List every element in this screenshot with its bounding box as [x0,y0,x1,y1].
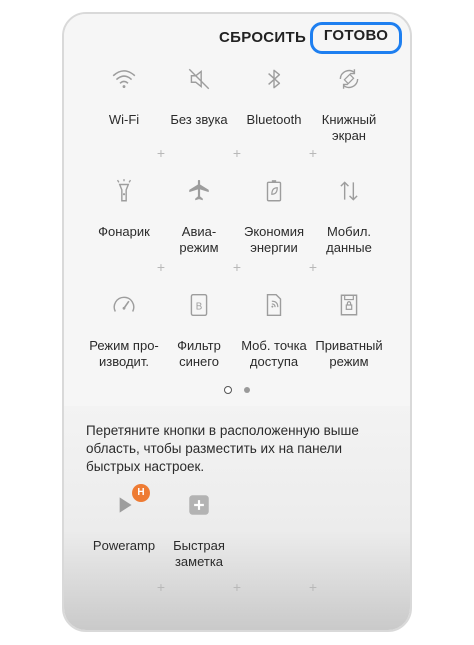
hotspot-icon [266,294,282,316]
plus-icon: + [308,579,318,595]
tile-label: Книжный экран [321,112,377,143]
reset-button[interactable]: СБРОСИТЬ [219,24,306,52]
tile-blue-light-filter[interactable]: B Фильтр синего [157,292,241,370]
tile-label: Авиа- режим [179,224,219,255]
done-button[interactable]: ГОТОВО [310,22,402,54]
tile-mute[interactable]: Без звука [157,66,241,128]
tile-private-mode[interactable]: Приватный режим [307,292,391,370]
tile-screen-rotation[interactable]: Книжный экран [307,66,391,144]
plus-icon: + [156,259,166,275]
tile-bluetooth[interactable]: Bluetooth [232,66,316,128]
poweramp-badge: H [132,484,150,502]
plus-icon: + [156,145,166,161]
tile-battery-saver[interactable]: Экономия энергии [232,178,316,256]
tile-label: Экономия энергии [243,224,305,255]
plus-icon: + [308,145,318,161]
tile-label: Режим про- изводит. [89,338,159,369]
tile-flashlight[interactable]: Фонарик [82,178,166,240]
plus-icon: + [232,579,242,595]
tile-performance-mode[interactable]: Режим про- изводит. [82,292,166,370]
flashlight-icon [116,179,132,202]
tile-label: Быстрая заметка [173,538,225,569]
tile-label: Фильтр синего [177,338,221,369]
top-bar: СБРОСИТЬ ГОТОВО [64,14,410,62]
tile-airplane[interactable]: Авиа- режим [157,178,241,256]
quick-panel-editor: СБРОСИТЬ ГОТОВО Wi-Fi Без звука Bluetoot… [62,12,412,632]
active-buttons-area: СБРОСИТЬ ГОТОВО Wi-Fi Без звука Bluetoot… [64,14,410,406]
svg-text:B: B [196,301,203,312]
quick-note-icon [189,495,209,515]
tile-label: Моб. точка доступа [241,338,307,369]
tile-label: Wi-Fi [108,112,140,127]
tile-wifi[interactable]: Wi-Fi [82,66,166,128]
mute-icon [188,68,210,90]
available-buttons-area: Перетяните кнопки в расположенную выше о… [64,406,410,630]
plus-icon: + [156,579,166,595]
mobile-data-icon [340,181,358,201]
plus-icon: + [232,145,242,161]
airplane-icon [189,180,209,201]
tile-label: Фонарик [98,224,150,239]
battery-saver-icon [266,180,282,202]
page-dot-active[interactable] [224,386,232,394]
plus-icon: + [308,259,318,275]
instruction-text: Перетяните кнопки в расположенную выше о… [86,423,359,474]
performance-mode-icon [113,296,135,312]
page-dot[interactable] [244,387,250,393]
tile-quick-note[interactable]: Быстрая заметка [157,492,241,570]
bluetooth-icon [268,69,281,89]
tile-mobile-data[interactable]: Мобил. данные [307,178,391,256]
plus-icon: + [232,259,242,275]
tile-label: Мобил. данные [326,224,372,255]
tile-label: Bluetooth [246,112,302,127]
screen-rotation-icon [339,69,359,89]
tile-label: Poweramp [92,538,156,553]
blue-light-filter-icon: B [190,294,208,316]
tile-poweramp[interactable]: H Poweramp [82,484,166,554]
tile-label: Без звука [170,112,228,127]
tile-hotspot[interactable]: Моб. точка доступа [232,292,316,370]
tile-label: Приватный режим [315,338,383,369]
wifi-icon [112,70,136,88]
page-indicator [64,386,410,398]
private-mode-icon [340,294,358,316]
